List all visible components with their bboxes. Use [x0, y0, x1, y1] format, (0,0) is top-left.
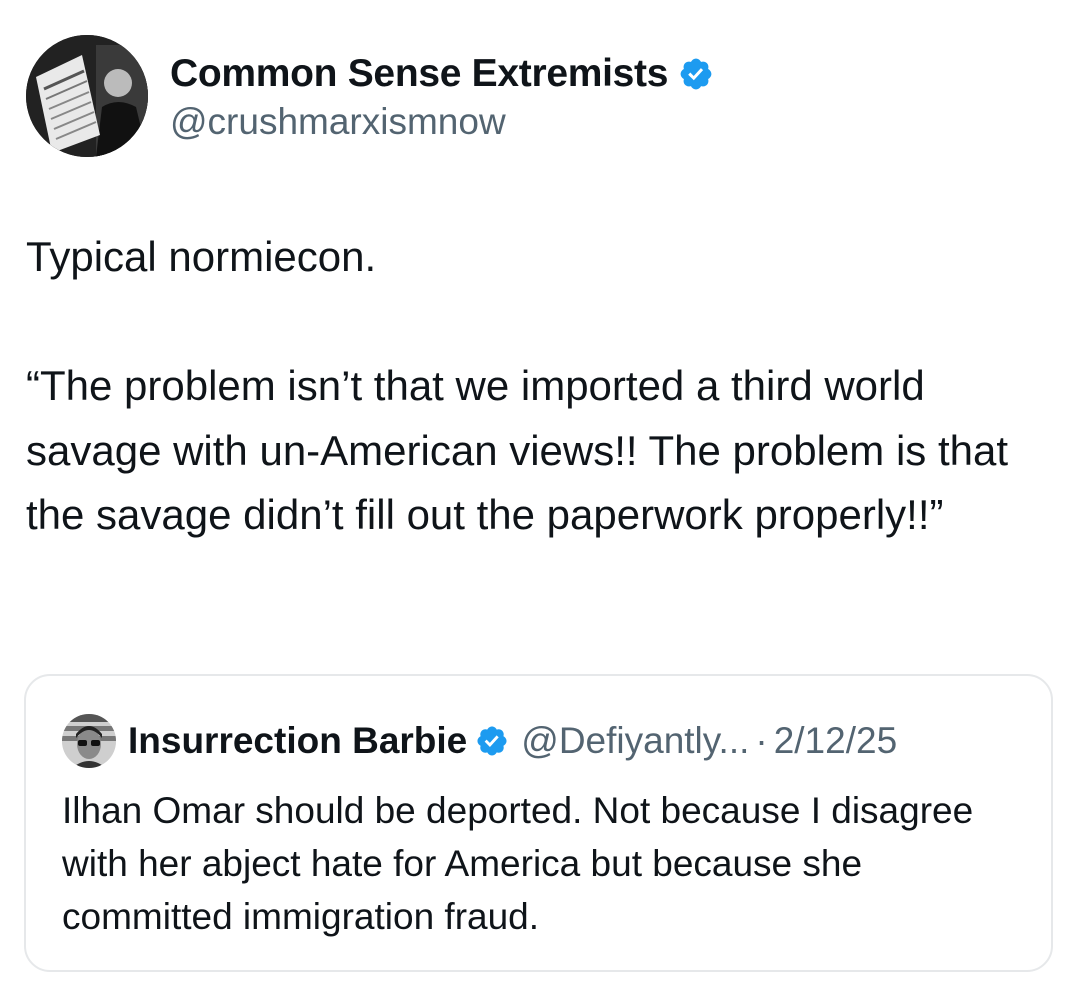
- quoted-tweet-card[interactable]: Insurrection Barbie @Defiyantly... · 2/1…: [24, 674, 1053, 972]
- quoted-author-handle[interactable]: @Defiyantly...: [521, 720, 749, 762]
- tweet-author-header: Common Sense Extremists @crushmarxismnow: [26, 34, 714, 158]
- quoted-author-display-name[interactable]: Insurrection Barbie: [128, 720, 467, 762]
- quoted-author-avatar-image: [62, 714, 116, 768]
- header-separator: ·: [755, 720, 768, 761]
- quoted-tweet-date[interactable]: 2/12/25: [774, 720, 897, 762]
- author-avatar[interactable]: [26, 35, 148, 157]
- quoted-tweet-text: Ilhan Omar should be deported. Not becau…: [62, 790, 974, 937]
- tweet-text-line-1: Typical normiecon.: [26, 233, 377, 280]
- quoted-author-avatar[interactable]: [62, 714, 116, 768]
- quoted-tweet-header: Insurrection Barbie @Defiyantly... · 2/1…: [62, 714, 897, 768]
- author-handle[interactable]: @crushmarxismnow: [170, 101, 714, 143]
- author-avatar-image: [26, 35, 148, 157]
- tweet-text: Typical normiecon. “The problem isn’t th…: [26, 225, 1046, 548]
- author-text: Common Sense Extremists @crushmarxismnow: [170, 49, 714, 143]
- verified-badge-icon[interactable]: [678, 56, 714, 92]
- author-display-name[interactable]: Common Sense Extremists: [170, 52, 668, 96]
- verified-badge-icon[interactable]: [475, 724, 509, 758]
- tweet-text-quote: “The problem isn’t that we imported a th…: [26, 362, 1008, 538]
- author-name-line: Common Sense Extremists: [170, 49, 714, 99]
